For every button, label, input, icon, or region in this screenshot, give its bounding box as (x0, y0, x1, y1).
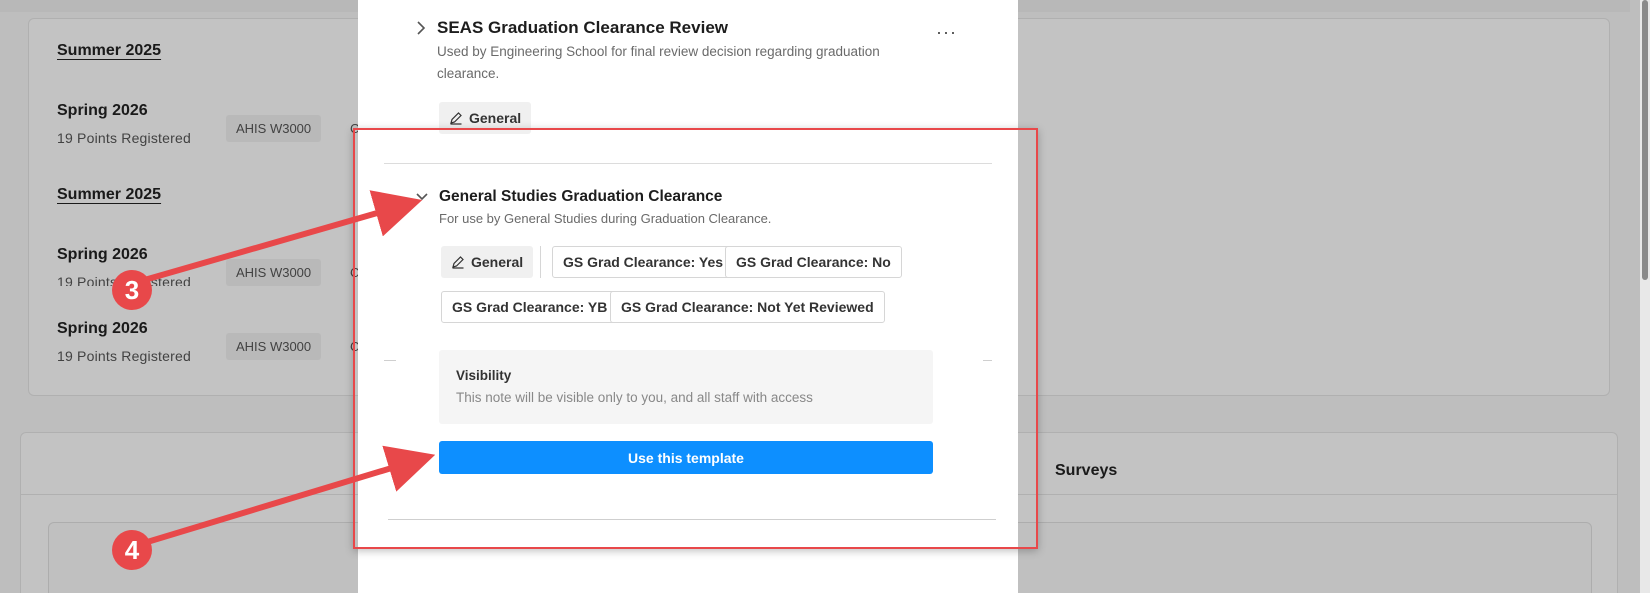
template-title-seas[interactable]: SEAS Graduation Clearance Review (437, 18, 728, 38)
chevron-right-icon[interactable] (414, 20, 428, 36)
highlight-box (353, 128, 1038, 549)
template-description-seas: Used by Engineering School for final rev… (437, 44, 880, 81)
pencil-icon (450, 112, 462, 125)
step-badge-3: 3 (112, 270, 152, 310)
more-options-icon[interactable]: ··· (936, 22, 957, 43)
tag-label: General (469, 110, 522, 126)
step-badge-4: 4 (112, 530, 152, 570)
page-scrollbar-thumb[interactable] (1642, 0, 1648, 280)
